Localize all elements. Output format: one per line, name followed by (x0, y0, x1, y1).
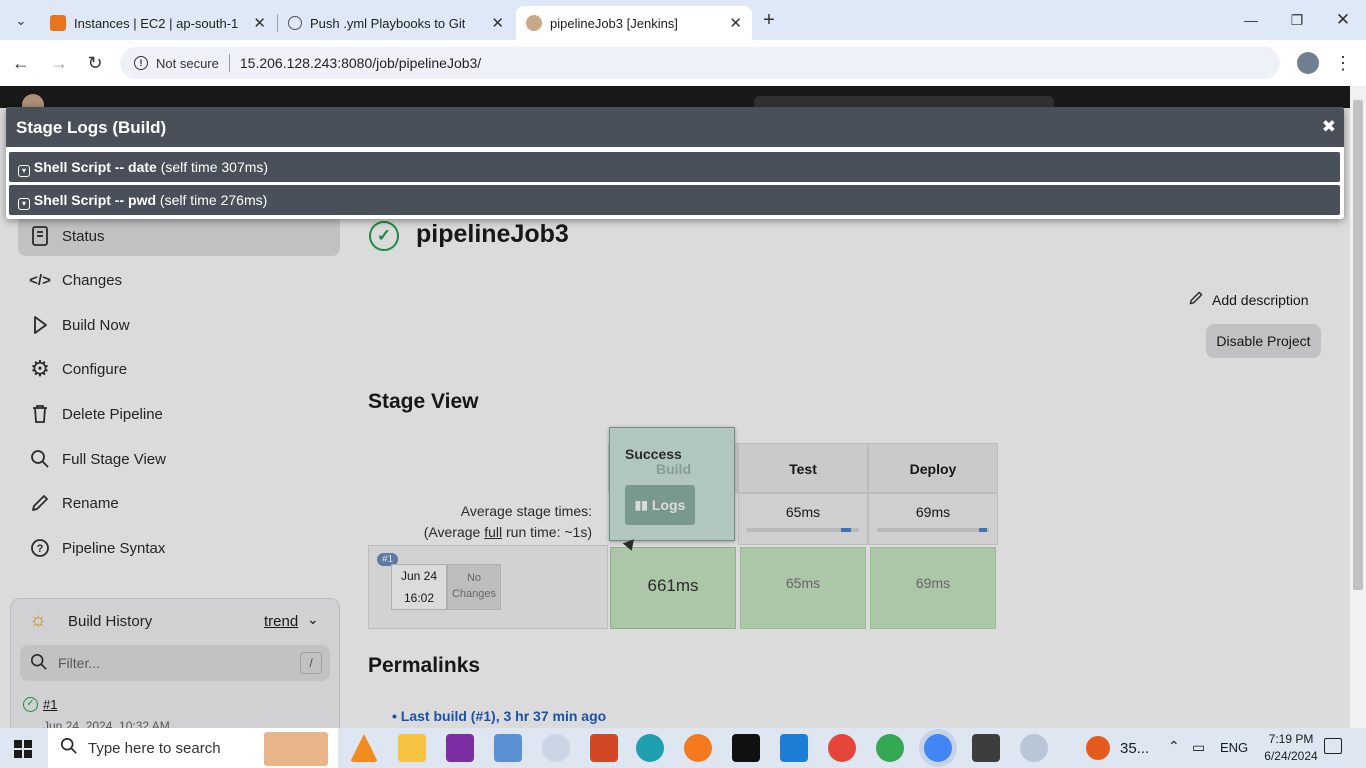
close-tab-icon[interactable]: ✕ (491, 14, 504, 32)
minimize-button[interactable]: — (1236, 5, 1266, 35)
address-bar[interactable]: ! Not secure 15.206.128.243:8080/job/pip… (120, 47, 1280, 79)
expand-icon: ▾ (18, 198, 30, 210)
profile-avatar[interactable] (1297, 52, 1319, 74)
tray-text[interactable]: 35... (1120, 740, 1149, 757)
clock-date[interactable]: 6/24/2024 (1258, 749, 1324, 763)
close-tab-icon[interactable]: ✕ (729, 14, 742, 32)
modal-title: Stage Logs (Build) (16, 118, 167, 137)
edge-icon[interactable] (636, 734, 664, 762)
jenkins-page: Status </> Changes Build Now ⚙ Configure… (0, 86, 1366, 728)
new-tab-button[interactable]: + (754, 5, 784, 35)
stage-logs-modal: Stage Logs (Build) ✖ ▾ Shell Script -- d… (6, 107, 1344, 219)
chrome-icon[interactable] (876, 734, 904, 762)
log-entry[interactable]: ▾ Shell Script -- date (self time 307ms) (9, 152, 1340, 182)
notification-icon[interactable] (1324, 738, 1342, 754)
expand-icon: ▾ (18, 165, 30, 177)
tab-title: Push .yml Playbooks to Git (310, 15, 466, 31)
taskbar-search-input[interactable]: Type here to search (48, 728, 338, 768)
aws-favicon-icon (50, 15, 66, 31)
intellij-icon[interactable] (732, 734, 760, 762)
modal-header: Stage Logs (Build) ✖ (6, 107, 1344, 147)
url-text[interactable]: 15.206.128.243:8080/job/pipelineJob3/ (240, 55, 481, 71)
close-tab-icon[interactable]: ✕ (253, 14, 266, 32)
log-entry[interactable]: ▾ Shell Script -- pwd (self time 276ms) (9, 185, 1340, 215)
file-explorer-icon[interactable] (398, 734, 426, 762)
log-entry-name: Shell Script -- pwd (33, 192, 157, 208)
page-scrollbar[interactable] (1350, 86, 1366, 728)
reload-button[interactable]: ↻ (80, 48, 110, 78)
search-highlight-icon (264, 732, 328, 766)
weather-alert-icon[interactable] (1086, 736, 1110, 760)
restore-button[interactable]: ❐ (1282, 5, 1312, 35)
browser-menu-button[interactable]: ⋮ (1328, 48, 1358, 78)
browser-tab-strip: ⌄ Instances | EC2 | ap-south-1 ✕ Push .y… (0, 0, 1366, 40)
tab-search-button[interactable]: ⌄ (6, 6, 36, 36)
tab-ec2[interactable]: Instances | EC2 | ap-south-1 ✕ (40, 6, 276, 40)
vlc-icon[interactable] (350, 734, 378, 762)
log-entry-name: Shell Script -- date (33, 159, 157, 175)
powerpoint-icon[interactable] (590, 734, 618, 762)
paint-palette-icon[interactable] (1020, 734, 1048, 762)
log-entry-time: (self time 307ms) (160, 159, 269, 175)
chrome-icon[interactable] (828, 734, 856, 762)
tab-playbooks[interactable]: Push .yml Playbooks to Git ✕ (278, 6, 514, 40)
clock-time[interactable]: 7:19 PM (1264, 732, 1318, 746)
openai-favicon-icon (288, 16, 302, 30)
close-window-button[interactable]: ✕ (1328, 5, 1358, 35)
tab-title: Instances | EC2 | ap-south-1 (74, 15, 239, 31)
back-button[interactable]: ← (6, 48, 36, 78)
vscode-icon[interactable] (780, 734, 808, 762)
log-entry-time: (self time 276ms) (159, 192, 268, 208)
taskbar-search-placeholder: Type here to search (88, 739, 221, 757)
scrollbar-thumb[interactable] (1353, 100, 1363, 590)
warning-icon: ! (134, 56, 148, 70)
security-label[interactable]: Not secure (156, 56, 219, 71)
firefox-icon[interactable] (684, 734, 712, 762)
windows-taskbar: Type here to search 35... ⌃ ▭ ENG 7:19 P… (0, 728, 1366, 768)
tab-title: pipelineJob3 [Jenkins] (550, 15, 678, 31)
app-icon[interactable] (494, 734, 522, 762)
chrome-active-icon[interactable] (924, 734, 952, 762)
tab-jenkins[interactable]: pipelineJob3 [Jenkins] ✕ (516, 6, 752, 40)
close-icon[interactable]: ✖ (1322, 117, 1336, 137)
photos-icon[interactable] (972, 734, 1000, 762)
network-icon[interactable]: ▭ (1192, 739, 1205, 756)
windows-start-icon[interactable] (14, 740, 32, 758)
chevron-up-icon[interactable]: ⌃ (1168, 738, 1180, 755)
language-indicator[interactable]: ENG (1220, 740, 1248, 755)
onenote-icon[interactable] (446, 734, 474, 762)
forward-button[interactable]: → (44, 48, 74, 78)
search-icon (60, 737, 78, 760)
paint-icon[interactable] (542, 734, 570, 762)
jenkins-favicon-icon (526, 15, 542, 31)
